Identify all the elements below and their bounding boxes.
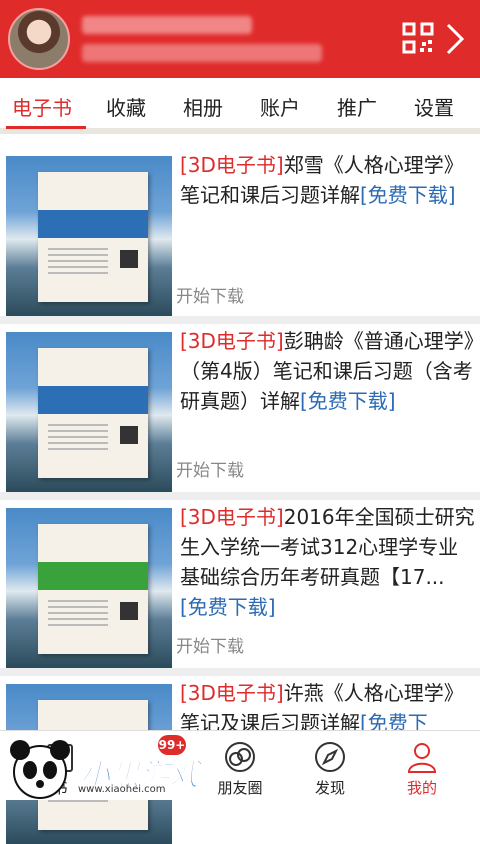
nav-moments[interactable]: 朋友圈 <box>190 731 290 801</box>
blurred-user-info <box>82 44 322 62</box>
qr-code-icon[interactable] <box>402 22 434 54</box>
watermark-url: www.xiaohei.com <box>78 784 166 795</box>
tab-album[interactable]: 相册 <box>183 92 223 121</box>
tab-promote[interactable]: 推广 <box>337 92 377 121</box>
divider <box>0 316 480 324</box>
tab-settings[interactable]: 设置 <box>414 92 454 121</box>
tab-bar: 电子书 收藏 相册 账户 推广 设置 <box>0 78 480 134</box>
tab-favorites[interactable]: 收藏 <box>106 92 146 121</box>
download-button[interactable]: 开始下载 <box>176 282 244 307</box>
tab-ebook[interactable]: 电子书 <box>12 92 72 121</box>
divider <box>0 492 480 500</box>
divider <box>0 668 480 676</box>
book-title[interactable]: [3D电子书]许燕《人格心理学》笔记及课后习题详解[免费下 <box>180 678 476 738</box>
download-button[interactable]: 开始下载 <box>176 456 244 481</box>
avatar[interactable] <box>8 8 70 70</box>
blurred-username <box>82 16 252 34</box>
moments-icon <box>225 742 255 772</box>
chevron-right-icon[interactable] <box>444 22 466 56</box>
nav-discover[interactable]: 发现 <box>280 731 380 801</box>
book-title[interactable]: [3D电子书]郑雪《人格心理学》笔记和课后习题详解[免费下载] <box>180 150 476 210</box>
book-cover[interactable] <box>6 508 172 668</box>
book-title[interactable]: [3D电子书]彭聃龄《普通心理学》（第4版）笔记和课后习题（含考研真题）详解[免… <box>180 326 476 416</box>
active-tab-indicator <box>6 126 86 129</box>
tab-account[interactable]: 账户 <box>260 92 300 121</box>
profile-icon <box>407 743 437 773</box>
book-title[interactable]: [3D电子书]2016年全国硕士研究生入学统一考试312心理学专业基础综合历年考… <box>180 502 476 622</box>
download-button[interactable]: 开始下载 <box>176 632 244 657</box>
profile-header[interactable] <box>0 0 480 78</box>
compass-icon <box>315 742 345 772</box>
book-cover[interactable] <box>6 156 172 316</box>
nav-mine[interactable]: 我的 <box>372 731 472 801</box>
book-cover[interactable] <box>6 332 172 492</box>
